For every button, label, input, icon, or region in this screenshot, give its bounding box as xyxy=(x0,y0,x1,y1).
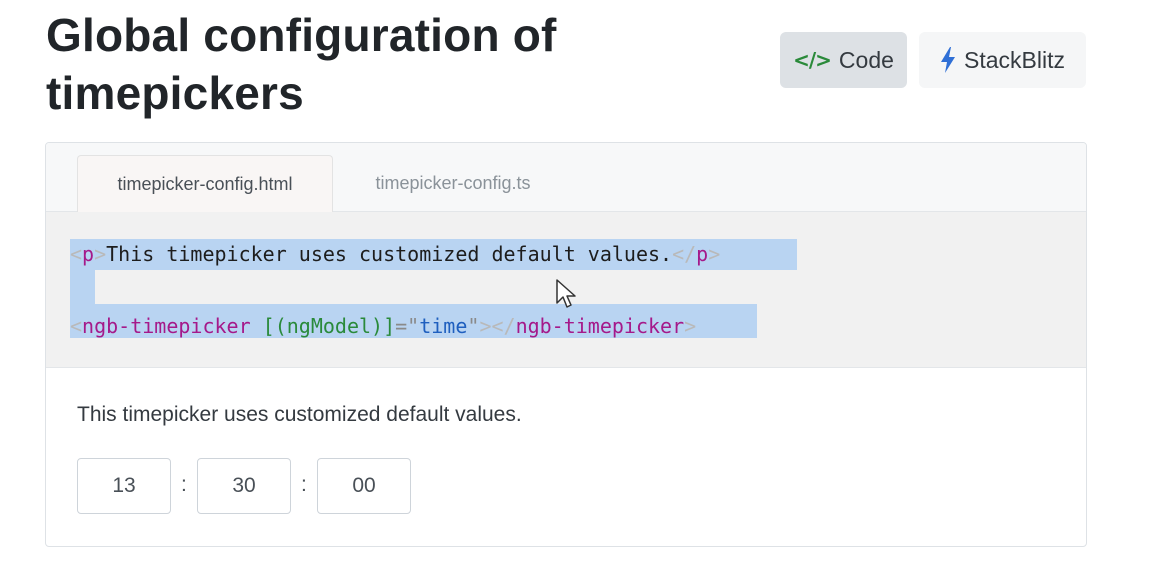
stackblitz-button-label: StackBlitz xyxy=(964,46,1065,73)
code-button[interactable]: </> Code xyxy=(780,32,907,88)
seconds-input[interactable]: 00 xyxy=(317,458,411,514)
hours-input[interactable]: 13 xyxy=(77,458,171,514)
code-line-1: <p>This timepicker uses customized defau… xyxy=(70,242,721,266)
code-text: This timepicker uses customized default … xyxy=(106,242,673,266)
page-title: Global configuration of timepickers xyxy=(46,9,557,119)
code-string: time xyxy=(419,314,468,338)
tab-label: timepicker-config.ts xyxy=(375,172,531,193)
time-separator: : xyxy=(181,473,187,496)
bolt-icon xyxy=(940,47,956,73)
page: Global configuration of timepickers </> … xyxy=(0,0,1154,563)
code-icon: </> xyxy=(793,48,832,72)
tab-bar: timepicker-config.html timepicker-config… xyxy=(46,143,1086,212)
tab-timepicker-config-html[interactable]: timepicker-config.html xyxy=(77,155,333,212)
code-attr: [(ngModel)] xyxy=(262,314,396,338)
tab-label: timepicker-config.html xyxy=(117,173,293,194)
code-line-3: <ngb-timepicker [(ngModel)]="time"></ngb… xyxy=(70,314,697,338)
selection-highlight xyxy=(70,270,95,304)
demo-card: timepicker-config.html timepicker-config… xyxy=(45,142,1087,547)
code-tag: p xyxy=(82,242,95,266)
tab-timepicker-config-ts[interactable]: timepicker-config.ts xyxy=(346,155,560,211)
time-separator: : xyxy=(301,473,307,496)
code-tag: p xyxy=(696,242,709,266)
demo-description: This timepicker uses customized default … xyxy=(77,403,522,426)
stackblitz-button[interactable]: StackBlitz xyxy=(919,32,1086,88)
code-tag: ngb-timepicker xyxy=(515,314,685,338)
minutes-input[interactable]: 30 xyxy=(197,458,291,514)
mouse-cursor-icon xyxy=(556,279,578,316)
code-button-label: Code xyxy=(838,46,894,73)
code-tag: ngb-timepicker xyxy=(82,314,251,338)
